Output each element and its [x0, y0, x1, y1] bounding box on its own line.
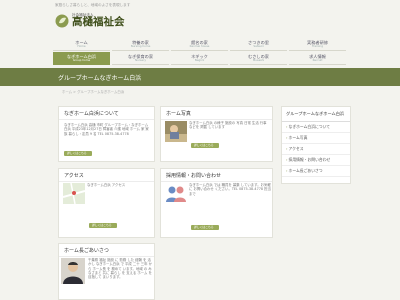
- arrow-icon: ›: [286, 134, 288, 140]
- nav-musashi[interactable]: むさしの家 Musashi: [230, 52, 287, 65]
- page-banner: グループホームなぎホーム白浜: [0, 68, 400, 86]
- nav-negick[interactable]: ネギック Negick: [171, 52, 228, 65]
- greeting-card: ホーム長ごあいさつ 千葉県 福祉 施設 に 勤務 した 経験 を 活かし なぎホ…: [58, 243, 155, 300]
- sidebar-menu: グループホームなぎホーム白浜 ›なぎホーム白浜について ›ホーム写真 ›アクセス…: [281, 106, 351, 184]
- map-image: [63, 183, 85, 204]
- about-more-button[interactable]: 詳しくはこちら: [64, 151, 92, 156]
- recruit-more-button[interactable]: 詳しくはこちら: [191, 225, 219, 230]
- sidebar-item-greeting[interactable]: ›ホーム長ごあいさつ: [282, 166, 350, 177]
- org-name: 高樋福祉会: [72, 16, 125, 28]
- sidebar-item-photo[interactable]: ›ホーム写真: [282, 133, 350, 144]
- logo-leaf-icon: [55, 14, 69, 27]
- about-text: なぎホーム白浜 高樋 市町 グループホーム・なぎホーム白浜 平成23年12月27…: [64, 123, 149, 136]
- site-logo[interactable]: 社会福祉法人 高樋福祉会: [55, 13, 125, 28]
- greeting-text: 千葉県 福祉 施設 に 勤務 した 経験 を 活かし なぎホーム白浜 で 平成 …: [88, 258, 153, 280]
- photo-title: ホーム写真: [161, 107, 272, 120]
- sidebar-item-recruit[interactable]: ›採用情報・お問い合わせ: [282, 155, 350, 166]
- nav-satsuki[interactable]: さつきの里 Satsuki: [230, 38, 287, 51]
- photo-card: ホーム写真 なぎホーム白浜 の様子 施設の 写真 日常 生活 行事 などを 掲載…: [160, 106, 273, 162]
- access-more-button[interactable]: 詳しくはこちら: [89, 223, 117, 228]
- nav-home[interactable]: ホーム Home: [53, 38, 110, 51]
- sidebar-heading: グループホームなぎホーム白浜: [282, 107, 350, 122]
- arrow-icon: ›: [286, 123, 288, 129]
- nav-tokuyo[interactable]: 特養の家 Nursing home: [112, 38, 169, 51]
- home-photo-image: [165, 121, 187, 142]
- manager-portrait-image: [61, 258, 85, 284]
- photo-more-button[interactable]: 詳しくはこちら: [191, 143, 219, 148]
- access-text: なぎホーム白浜 アクセス: [87, 183, 126, 187]
- access-card: アクセス なぎホーム白浜 アクセス 詳しくはこちら: [58, 168, 155, 238]
- access-title: アクセス: [59, 169, 154, 182]
- staff-icon: [166, 186, 186, 202]
- nav-nursery[interactable]: なぎ保育の家 Nursery: [112, 52, 169, 65]
- nav-kanmei[interactable]: 館名の家 Kanmei house: [171, 38, 228, 51]
- arrow-icon: ›: [286, 167, 288, 173]
- recruit-text: なぎホーム白浜 では 職員を 募集 しています。お気軽に お問い合わせ ください…: [189, 183, 271, 196]
- main-nav: ホーム Home 特養の家 Nursing home 館名の家 Kanmei hous…: [53, 38, 348, 65]
- recruit-card: 採用情報・お問い合わせ なぎホーム白浜 では 職員を 募集 しています。お気軽に…: [160, 168, 273, 238]
- sidebar-item-about[interactable]: ›なぎホーム白浜について: [282, 122, 350, 133]
- photo-text: なぎホーム白浜 の様子 施設の 写真 日常 生活 行事 などを 掲載 しています: [189, 121, 267, 130]
- arrow-icon: ›: [286, 156, 288, 162]
- nav-group-home[interactable]: なぎホーム白浜 Group home: [53, 52, 110, 65]
- about-card: なぎホーム白浜について なぎホーム白浜 高樋 市町 グループホーム・なぎホーム白…: [58, 106, 155, 162]
- page-title: グループホームなぎホーム白浜: [58, 75, 142, 82]
- nav-recruit[interactable]: 求人情報 Recruit: [289, 52, 346, 65]
- recruit-title: 採用情報・お問い合わせ: [161, 169, 272, 182]
- arrow-icon: ›: [286, 145, 288, 151]
- tagline: 家庭らしさ暮らしと、地域のよさを表現します: [55, 3, 131, 7]
- breadcrumb[interactable]: ホーム > グループホームなぎホーム白浜: [62, 89, 124, 94]
- about-title: なぎホーム白浜について: [59, 107, 154, 120]
- greeting-title: ホーム長ごあいさつ: [59, 244, 154, 257]
- sidebar-item-access[interactable]: ›アクセス: [282, 144, 350, 155]
- nav-training[interactable]: 実務者研修 Training: [289, 38, 346, 51]
